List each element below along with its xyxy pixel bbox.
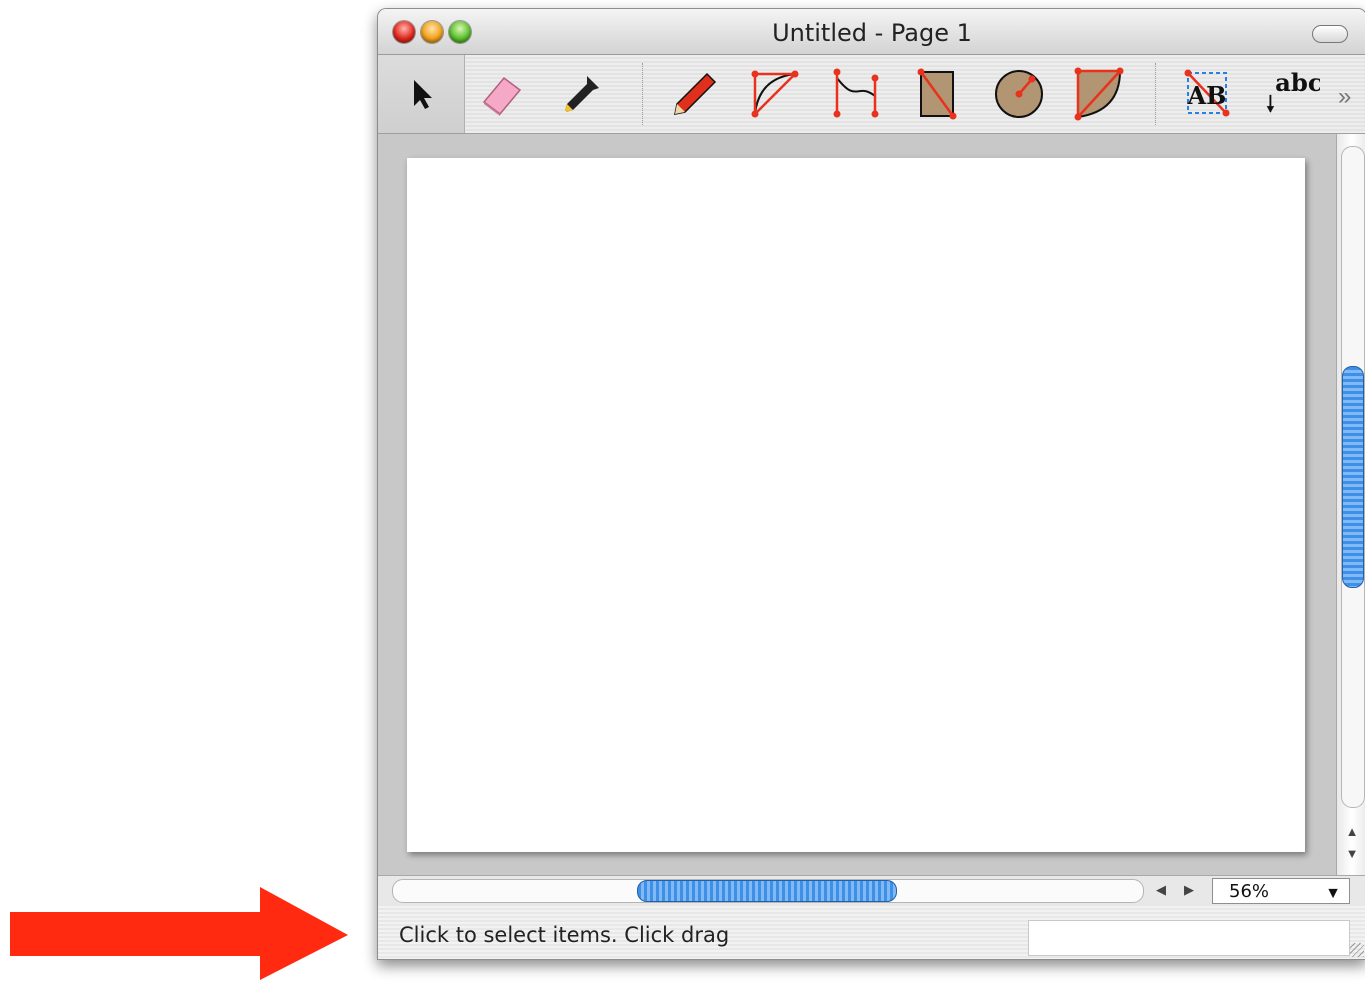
status-field: [1028, 920, 1350, 956]
circle-icon: [995, 70, 1043, 118]
zoom-select[interactable]: 56% ▼: [1212, 878, 1350, 904]
text-tool-button[interactable]: abc: [1262, 65, 1320, 123]
canvas-area[interactable]: [378, 134, 1336, 875]
status-message: Click to select items. Click drag: [399, 923, 730, 947]
toolbar-toggle-button[interactable]: [1312, 25, 1348, 43]
rectangle-icon: [917, 68, 957, 120]
pencil-tool-button[interactable]: [666, 65, 724, 123]
drawing-page[interactable]: [407, 158, 1305, 852]
toolbar-separator: [1155, 63, 1156, 125]
resize-grip-icon[interactable]: [1350, 943, 1364, 957]
app-window: Untitled - Page 1 AB abc » ▲ ▼ ◀ ▶ 56% ▼…: [377, 8, 1365, 960]
horizontal-scrollbar[interactable]: ◀ ▶ 56% ▼: [378, 875, 1365, 907]
eraser-icon: [482, 76, 522, 116]
chevron-down-icon: ▼: [1325, 885, 1341, 902]
text-box-tool-button[interactable]: AB: [1178, 65, 1236, 123]
text-box-icon: AB: [1184, 69, 1230, 117]
pencil-icon: [674, 72, 717, 115]
rectangle-tool-button[interactable]: [908, 65, 966, 123]
text-icon: abc: [1266, 68, 1320, 113]
zoom-value: 56%: [1229, 881, 1270, 902]
toolbar-separator: [642, 63, 643, 125]
curve-tool-button[interactable]: [826, 65, 884, 123]
curve-icon: [833, 68, 879, 118]
pie-tool-button[interactable]: [1070, 65, 1128, 123]
text-tool-label: abc: [1275, 68, 1320, 97]
arc-icon: [751, 70, 799, 118]
vertical-scroll-thumb[interactable]: [1342, 366, 1364, 588]
status-bar: Click to select items. Click drag: [378, 906, 1365, 959]
arc-tool-button[interactable]: [746, 65, 804, 123]
vertical-scrollbar[interactable]: ▲ ▼: [1336, 134, 1365, 875]
select-tool-button[interactable]: [378, 55, 465, 133]
toolbar-overflow-icon[interactable]: »: [1338, 83, 1351, 111]
scroll-right-icon[interactable]: ▶: [1184, 882, 1194, 898]
title-bar[interactable]: Untitled - Page 1: [378, 9, 1365, 55]
eyedropper-tool-button[interactable]: [552, 65, 610, 123]
horizontal-scroll-thumb[interactable]: [637, 880, 897, 902]
toolbar: AB abc »: [378, 55, 1365, 134]
text-box-label: AB: [1187, 81, 1227, 110]
eyedropper-icon: [565, 76, 599, 112]
pie-icon: [1074, 67, 1124, 121]
window-title: Untitled - Page 1: [772, 19, 972, 47]
scroll-down-icon[interactable]: ▼: [1337, 846, 1365, 861]
annotation-arrow-icon: [10, 887, 348, 980]
scroll-up-icon[interactable]: ▲: [1337, 824, 1365, 839]
circle-tool-button[interactable]: [990, 65, 1048, 123]
scroll-left-icon[interactable]: ◀: [1156, 882, 1166, 898]
arrow-pointer-icon: [414, 80, 432, 109]
eraser-tool-button[interactable]: [473, 65, 531, 123]
